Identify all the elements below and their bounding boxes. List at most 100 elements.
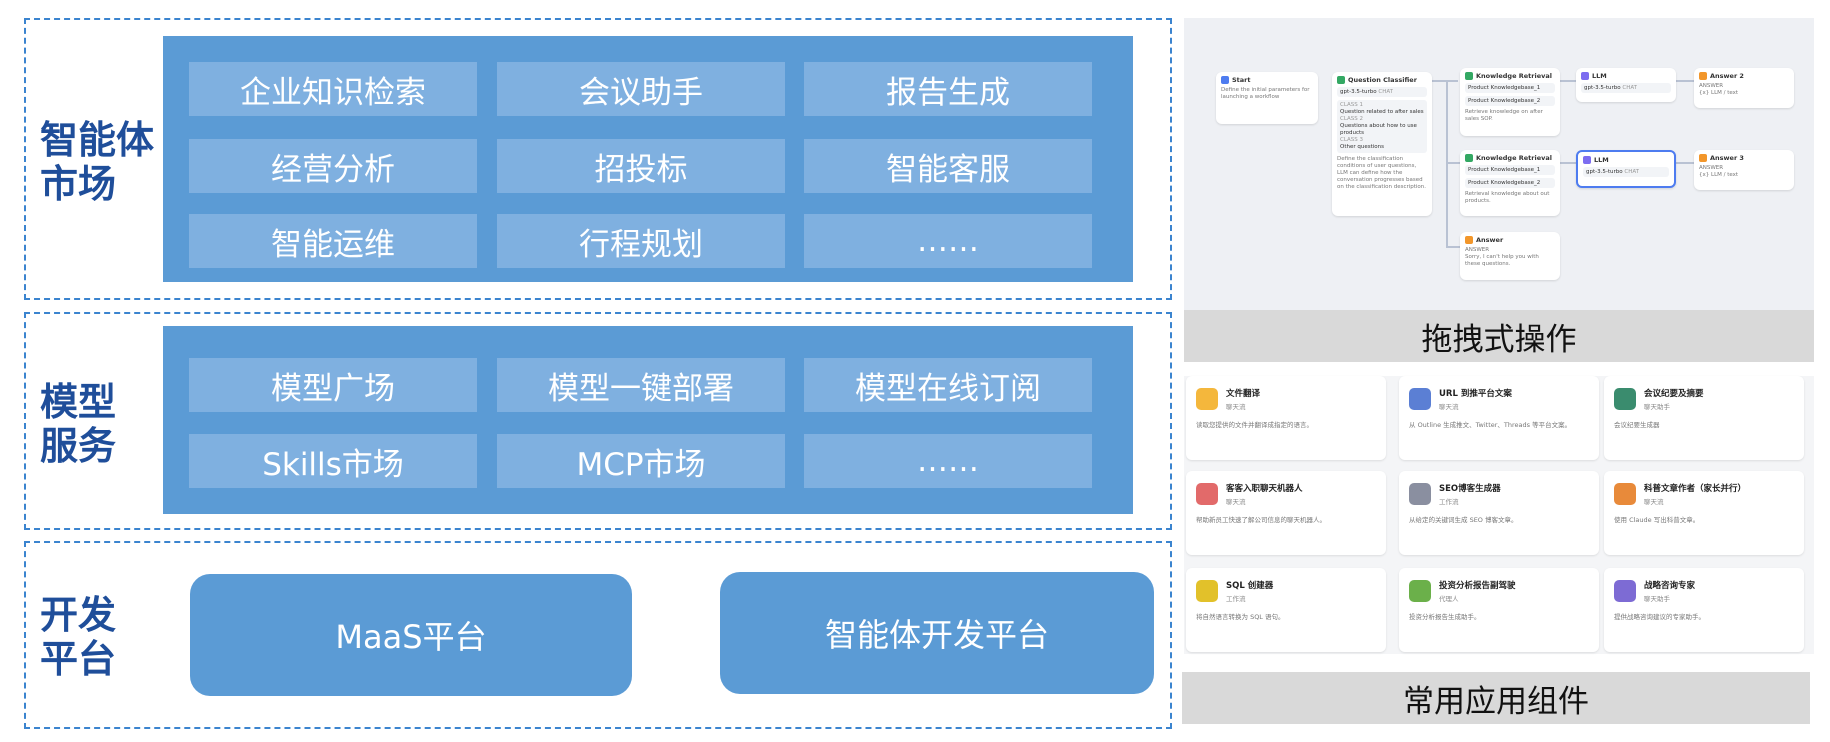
class-text: Questions about how to use products xyxy=(1340,123,1417,136)
node-answer-2[interactable]: Answer 2 ANSWER {x} LLM / text xyxy=(1694,68,1794,108)
tile-more[interactable]: …… xyxy=(804,214,1092,268)
answer-label: ANSWER xyxy=(1699,83,1724,89)
classifier-icon xyxy=(1337,76,1345,84)
node-answer-3[interactable]: Answer 3 ANSWER {x} LLM / text xyxy=(1694,150,1794,190)
node-answer[interactable]: Answer ANSWER Sorry, I can't help you wi… xyxy=(1460,232,1560,280)
class-label: CLASS 1 xyxy=(1340,102,1364,108)
tile-business-analysis[interactable]: 经营分析 xyxy=(189,139,477,193)
component-name: 文件翻译 xyxy=(1226,389,1261,399)
component-card[interactable]: SEO博客生成器 工作流 从给定的关键词生成 SEO 博客文章。 xyxy=(1399,471,1599,555)
node-llm-2[interactable]: LLM gpt-3.5-turbo CHAT xyxy=(1576,150,1676,188)
workflow-canvas[interactable]: Start Define the initial parameters for … xyxy=(1184,18,1814,310)
tile-travel-planning[interactable]: 行程规划 xyxy=(497,214,785,268)
node-title: Answer 3 xyxy=(1710,154,1744,162)
workflow-caption: 拖拽式操作 xyxy=(1184,310,1814,362)
tile-customer-service[interactable]: 智能客服 xyxy=(804,139,1092,193)
component-name: 会议纪要及摘要 xyxy=(1644,389,1704,399)
node-start[interactable]: Start Define the initial parameters for … xyxy=(1216,72,1318,124)
class-text: Question related to after sales xyxy=(1340,109,1424,115)
components-caption: 常用应用组件 xyxy=(1182,672,1810,724)
node-knowledge-retrieval-2[interactable]: Knowledge Retrieval Product Knowledgebas… xyxy=(1460,150,1560,216)
tile-bidding[interactable]: 招投标 xyxy=(497,139,785,193)
tile-smart-ops[interactable]: 智能运维 xyxy=(189,214,477,268)
answer-value: Sorry, I can't help you with these quest… xyxy=(1465,254,1539,267)
node-title: Question Classifier xyxy=(1348,76,1417,84)
class-label: CLASS 3 xyxy=(1340,137,1364,143)
component-desc: 读取您提供的文件并翻译成指定的语言。 xyxy=(1196,421,1313,429)
node-question-classifier[interactable]: Question Classifier gpt-3.5-turbo CHAT C… xyxy=(1332,72,1432,216)
component-desc: 投资分析报告生成助手。 xyxy=(1409,613,1481,621)
tile-report-generation[interactable]: 报告生成 xyxy=(804,62,1092,116)
llm-icon xyxy=(1581,72,1589,80)
node-title: Knowledge Retrieval xyxy=(1476,72,1552,80)
node-desc: Retrieve knowledge on after sales SOP. xyxy=(1465,109,1543,122)
tile-more-models[interactable]: …… xyxy=(804,434,1092,488)
agent-dev-platform-button[interactable]: 智能体开发平台 xyxy=(720,572,1154,694)
tile-enterprise-search[interactable]: 企业知识检索 xyxy=(189,62,477,116)
answer-label: ANSWER xyxy=(1699,165,1724,171)
tile-skills-market[interactable]: Skills市场 xyxy=(189,434,477,488)
knowledge-icon xyxy=(1465,154,1473,162)
components-grid: 文件翻译 聊天流 读取您提供的文件并翻译成指定的语言。 URL 到推平台文案 聊天流从 … xyxy=(1184,376,1814,654)
tile-meeting-assistant[interactable]: 会议助手 xyxy=(497,62,785,116)
component-card[interactable]: URL 到推平台文案 聊天流从 Outline 生成推文、Twitter、Thre… xyxy=(1399,376,1599,460)
node-llm-1[interactable]: LLM gpt-3.5-turbo CHAT xyxy=(1576,68,1676,102)
component-desc: 使用 Claude 写出科普文章。 xyxy=(1614,516,1700,524)
component-name: 战略咨询专家 xyxy=(1644,581,1696,591)
knowledge-item: Product Knowledgebase_2 xyxy=(1465,96,1555,106)
component-card[interactable]: 会议纪要及摘要 聊天助手 会议纪要生成器 xyxy=(1604,376,1804,460)
component-card[interactable]: 科普文章作者（家长并行） 聊天流使用 Claude 写出科普文章。 xyxy=(1604,471,1804,555)
component-desc: 帮助新员工快速了解公司信息的聊天机器人。 xyxy=(1196,516,1326,524)
app-icon xyxy=(1614,483,1636,505)
app-icon xyxy=(1196,483,1218,505)
app-icon xyxy=(1409,388,1431,410)
model-tag: CHAT xyxy=(1378,89,1394,95)
component-desc: 将自然语言转换为 SQL 语句。 xyxy=(1196,613,1285,621)
node-title: Answer 2 xyxy=(1710,72,1744,80)
tile-mcp-market[interactable]: MCP市场 xyxy=(497,434,785,488)
component-desc: 从 Outline 生成推文、Twitter、Threads 等平台文案。 xyxy=(1409,421,1572,429)
component-card[interactable]: 投资分析报告副驾驶 代理人 投资分析报告生成助手。 xyxy=(1399,568,1599,652)
knowledge-item: Product Knowledgebase_2 xyxy=(1465,178,1555,188)
app-icon xyxy=(1409,483,1431,505)
component-desc: 提供战略咨询建议的专家助手。 xyxy=(1614,613,1705,621)
component-card[interactable]: 战略咨询专家 聊天助手提供战略咨询建议的专家助手。 xyxy=(1604,568,1804,652)
component-card[interactable]: 客客入职聊天机器人 聊天流 帮助新员工快速了解公司信息的聊天机器人。 xyxy=(1186,471,1386,555)
answer-label: ANSWER xyxy=(1465,247,1490,253)
app-icon xyxy=(1614,388,1636,410)
component-name: 投资分析报告副驾驶 xyxy=(1439,581,1516,591)
component-type: 聊天流 xyxy=(1644,498,1664,506)
component-name: 科普文章作者（家长并行） xyxy=(1644,484,1747,494)
model-service-panel: 模型广场 模型一键部署 模型在线订阅 Skills市场 MCP市场 …… xyxy=(163,326,1133,514)
model-tag: CHAT xyxy=(1622,85,1638,91)
component-type: 工作流 xyxy=(1226,595,1246,603)
node-desc: Define the classification conditions of … xyxy=(1337,156,1427,190)
component-name: URL 到推平台文案 xyxy=(1439,389,1512,399)
class-label: CLASS 2 xyxy=(1340,116,1364,122)
start-icon xyxy=(1221,76,1229,84)
component-name: SQL 创建器 xyxy=(1226,581,1274,591)
component-card[interactable]: SQL 创建器 工作流将自然语言转换为 SQL 语句。 xyxy=(1186,568,1386,652)
edge xyxy=(1446,246,1460,248)
component-desc: 从给定的关键词生成 SEO 博客文章。 xyxy=(1409,516,1518,524)
app-icon xyxy=(1196,388,1218,410)
layer-title-dev-platform: 开发 平台 xyxy=(40,593,117,681)
model-name: gpt-3.5-turbo xyxy=(1584,85,1621,91)
app-icon xyxy=(1614,580,1636,602)
model-name: gpt-3.5-turbo xyxy=(1586,169,1623,175)
answer-value: {x} LLM / text xyxy=(1699,172,1739,178)
tile-model-deploy[interactable]: 模型一键部署 xyxy=(497,358,785,412)
maas-platform-button[interactable]: MaaS平台 xyxy=(190,574,632,696)
answer-value: {x} LLM / text xyxy=(1699,90,1739,96)
tile-model-plaza[interactable]: 模型广场 xyxy=(189,358,477,412)
component-card[interactable]: 文件翻译 聊天流 读取您提供的文件并翻译成指定的语言。 xyxy=(1186,376,1386,460)
answer-icon xyxy=(1699,72,1707,80)
component-type: 聊天助手 xyxy=(1644,595,1670,603)
component-name: SEO博客生成器 xyxy=(1439,484,1501,494)
component-type: 聊天流 xyxy=(1226,498,1246,506)
tile-model-subscribe[interactable]: 模型在线订阅 xyxy=(804,358,1092,412)
app-icon xyxy=(1409,580,1431,602)
node-knowledge-retrieval-1[interactable]: Knowledge Retrieval Product Knowledgebas… xyxy=(1460,68,1560,136)
node-title: Answer xyxy=(1476,236,1504,244)
node-desc: Define the initial parameters for launch… xyxy=(1221,87,1310,100)
